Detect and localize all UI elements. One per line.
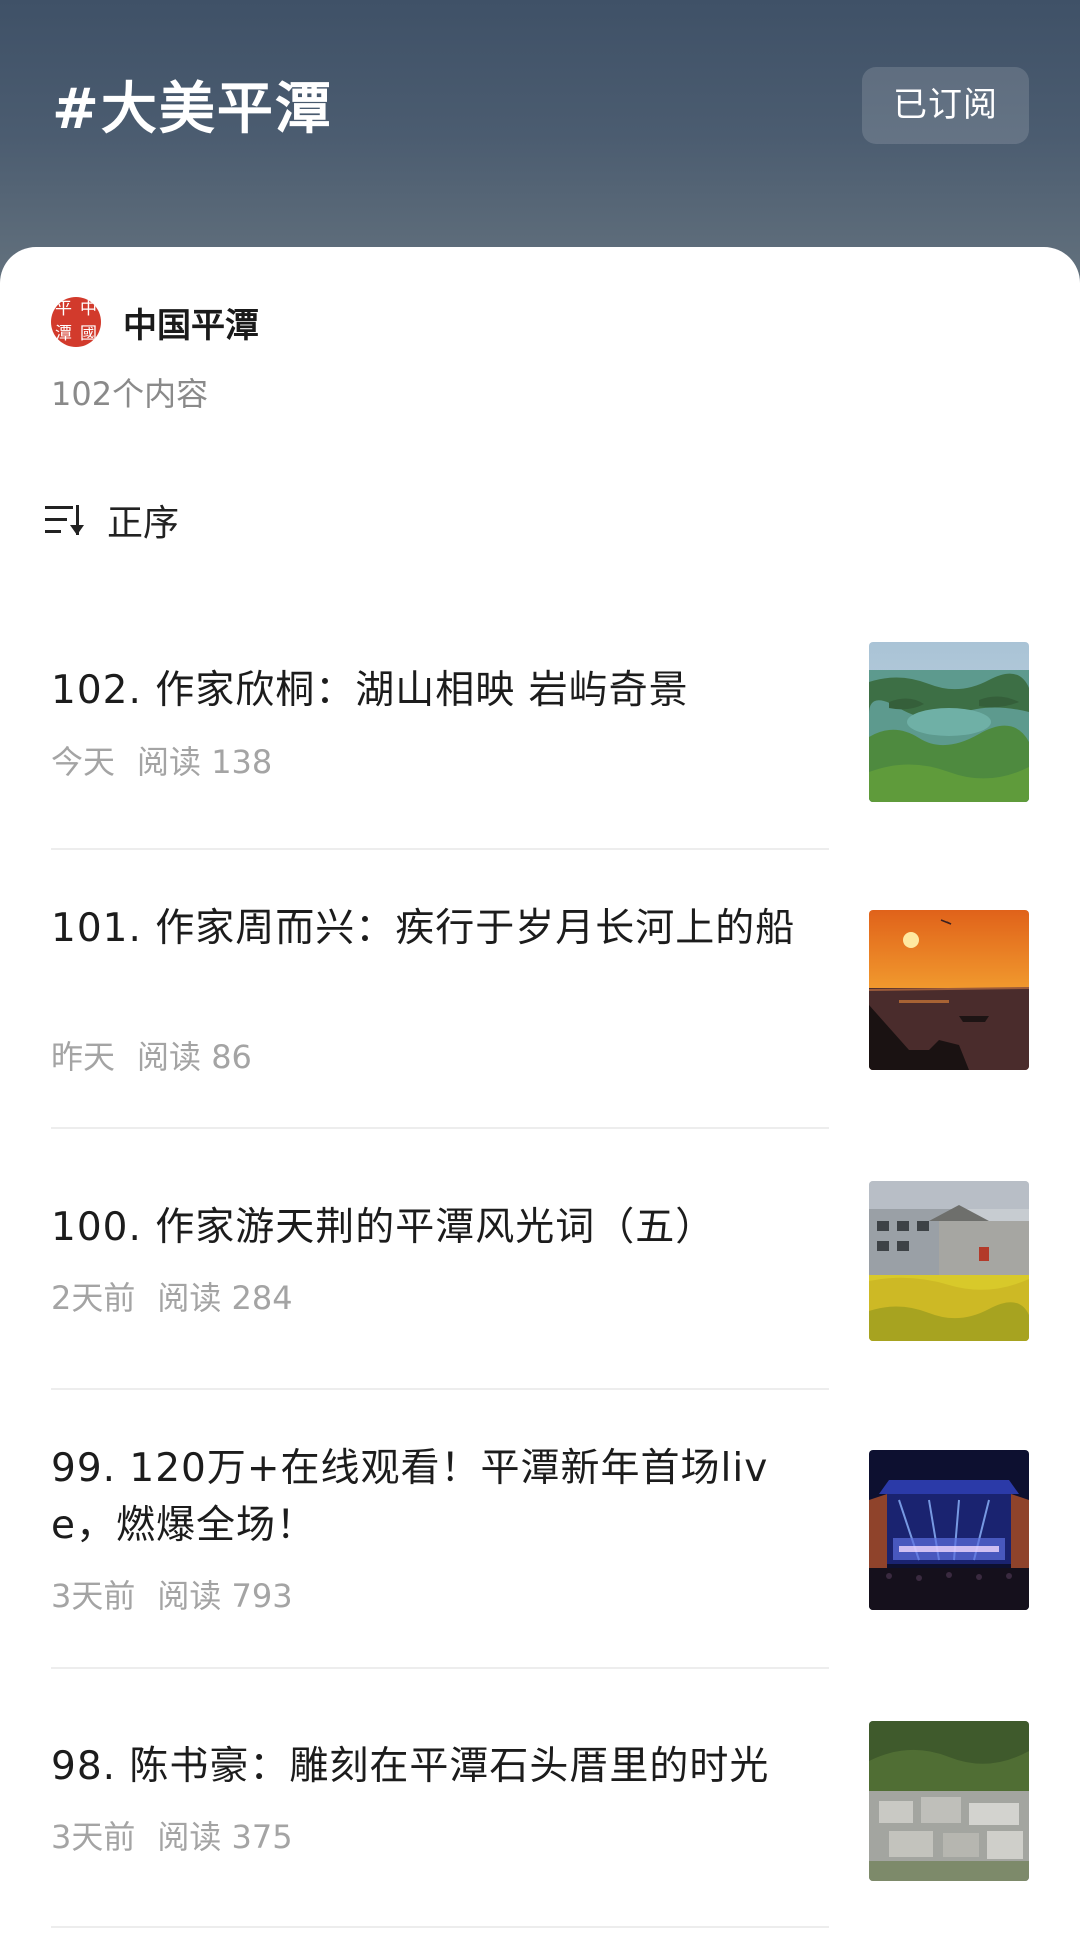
article-read-count: 阅读 86 [137,1038,252,1076]
article-date: 昨天 [51,1038,116,1076]
article-title[interactable]: 99. 120万+在线观看！平潭新年首场live，燃爆全场！ [51,1440,831,1554]
article-title[interactable]: 100. 作家游天荆的平潭风光词（五） [51,1199,831,1256]
list-divider [51,1388,829,1390]
article-meta: 今天 阅读 138 [51,737,272,783]
article-thumbnail[interactable] [869,1721,1029,1881]
list-item[interactable]: 98. 陈书豪：雕刻在平潭石头厝里的时光 3天前 阅读 375 [51,1720,1029,1885]
sort-label[interactable]: 正序 [107,494,179,546]
article-date: 2天前 [51,1279,136,1317]
article-read-count: 阅读 138 [137,743,273,781]
article-thumbnail[interactable] [869,1181,1029,1341]
article-thumbnail[interactable] [869,1450,1029,1610]
article-title[interactable]: 98. 陈书豪：雕刻在平潭石头厝里的时光 [51,1738,831,1795]
account-avatar[interactable]: 平 中 潭 國 [51,297,101,347]
topic-title: #大美平潭 [52,77,333,142]
list-item[interactable]: 102. 作家欣桐：湖山相映 岩屿奇景 今天 阅读 138 [51,640,1029,805]
article-meta: 2天前 阅读 284 [51,1273,293,1319]
sort-order-icon[interactable] [45,503,85,537]
article-thumbnail[interactable] [869,642,1029,802]
list-divider [51,1127,829,1129]
subscribed-button[interactable]: 已订阅 [862,67,1029,144]
article-date: 今天 [51,743,116,781]
article-title[interactable]: 101. 作家周而兴：疾行于岁月长河上的船 [51,900,831,957]
article-title[interactable]: 102. 作家欣桐：湖山相映 岩屿奇景 [51,662,831,719]
account-row[interactable]: 平 中 潭 國 中国平潭 [51,294,259,350]
list-divider [51,1926,829,1928]
sort-toggle[interactable]: 正序 [45,495,179,545]
avatar-char: 國 [80,324,97,344]
list-divider [51,848,829,850]
list-item[interactable]: 99. 120万+在线观看！平潭新年首场live，燃爆全场！ 3天前 阅读 793 [51,1440,1029,1640]
article-date: 3天前 [51,1577,136,1615]
avatar-char: 中 [80,299,97,319]
article-read-count: 阅读 793 [157,1577,293,1615]
article-meta: 昨天 阅读 86 [51,1032,252,1078]
list-divider [51,1667,829,1669]
list-item[interactable]: 101. 作家周而兴：疾行于岁月长河上的船 昨天 阅读 86 [51,900,1029,1100]
avatar-char: 平 [55,299,72,319]
article-date: 3天前 [51,1818,136,1856]
article-meta: 3天前 阅读 793 [51,1571,293,1617]
account-name[interactable]: 中国平潭 [123,298,259,347]
content-count: 102个内容 [51,375,209,413]
article-read-count: 阅读 284 [157,1279,293,1317]
article-thumbnail[interactable] [869,910,1029,1070]
avatar-char: 潭 [55,324,72,344]
list-item[interactable]: 100. 作家游天荆的平潭风光词（五） 2天前 阅读 284 [51,1180,1029,1345]
article-meta: 3天前 阅读 375 [51,1812,293,1858]
article-read-count: 阅读 375 [157,1818,293,1856]
